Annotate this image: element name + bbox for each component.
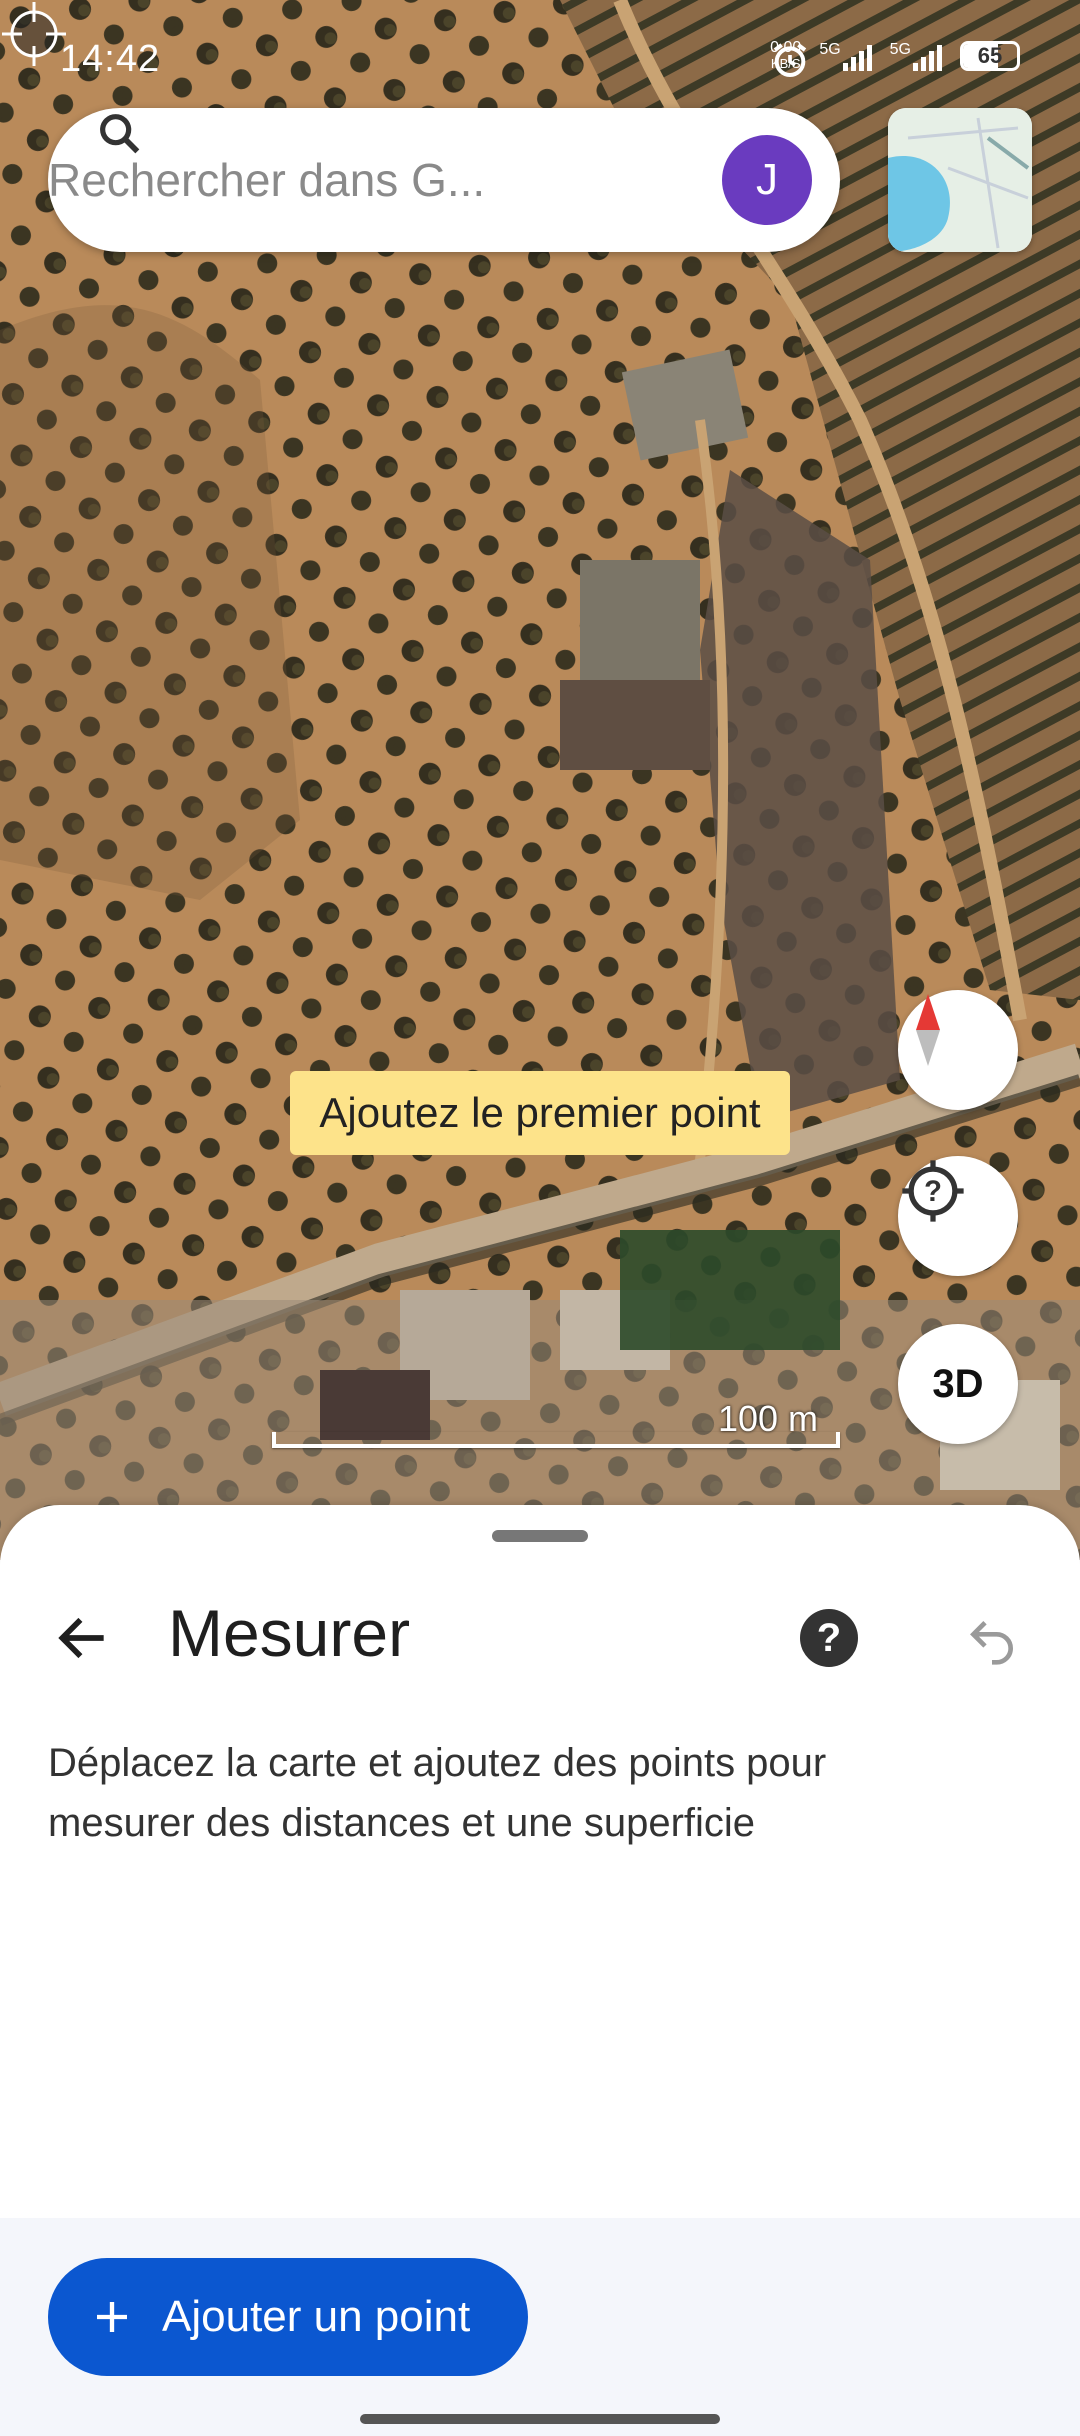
sim1-label: 5G <box>819 41 841 58</box>
search-icon[interactable] <box>94 108 146 160</box>
gesture-bar[interactable] <box>360 2414 720 2424</box>
avatar[interactable]: J <box>722 135 812 225</box>
compass-icon <box>916 994 940 1066</box>
back-arrow-icon[interactable] <box>52 1607 114 1669</box>
signal-bars-icon <box>842 41 872 71</box>
measure-sheet: Mesurer ? Déplacez la carte et ajoutez d… <box>0 1505 1080 2436</box>
add-point-label: Ajouter un point <box>162 2292 471 2341</box>
map-scale: 100 m <box>272 1398 840 1456</box>
battery-icon: 65 <box>960 41 1020 71</box>
search-input[interactable] <box>48 153 548 207</box>
signal-sim2: 5G <box>890 41 942 71</box>
alarm-icon <box>773 43 807 77</box>
plus-icon <box>97 2302 127 2332</box>
battery-level: 65 <box>977 43 1003 68</box>
add-point-button[interactable]: Ajouter un point <box>48 2258 528 2376</box>
scale-bar <box>272 1432 840 1448</box>
status-icons: 0,00 KB/S 5G 5G 65 <box>770 40 1020 77</box>
sheet-drag-handle[interactable] <box>492 1530 588 1542</box>
status-time: 14:42 <box>60 38 161 80</box>
help-icon[interactable]: ? <box>800 1609 858 1667</box>
sim2-label: 5G <box>889 41 911 58</box>
svg-text:?: ? <box>924 1176 942 1208</box>
signal-sim1: 5G <box>819 41 872 71</box>
signal-bars-icon <box>913 41 942 71</box>
crosshair-icon <box>2 2 66 66</box>
map-thumbnail-icon <box>888 108 1032 252</box>
search-bar[interactable]: J <box>48 108 840 252</box>
sheet-title: Mesurer <box>168 1596 411 1670</box>
layers-button[interactable] <box>888 108 1032 252</box>
screen: 14:42 0,00 KB/S 5G 5G 65 Rechercher dans… <box>0 0 1080 2436</box>
undo-icon[interactable] <box>964 1611 1020 1667</box>
location-unknown-icon: ? <box>902 1160 964 1222</box>
3d-toggle-button[interactable]: 3D <box>898 1324 1018 1444</box>
measure-description: Déplacez la carte et ajoutez des points … <box>48 1741 827 1845</box>
measure-hint-label: Ajoutez le premier point <box>290 1071 790 1155</box>
status-bar: 14:42 0,00 KB/S 5G 5G 65 <box>0 0 1080 110</box>
compass-button[interactable] <box>898 990 1018 1110</box>
satellite-map[interactable]: 14:42 0,00 KB/S 5G 5G 65 Rechercher dans… <box>0 0 1080 1560</box>
my-location-button[interactable]: ? <box>898 1156 1018 1276</box>
sheet-footer: Ajouter un point <box>0 2218 1080 2436</box>
